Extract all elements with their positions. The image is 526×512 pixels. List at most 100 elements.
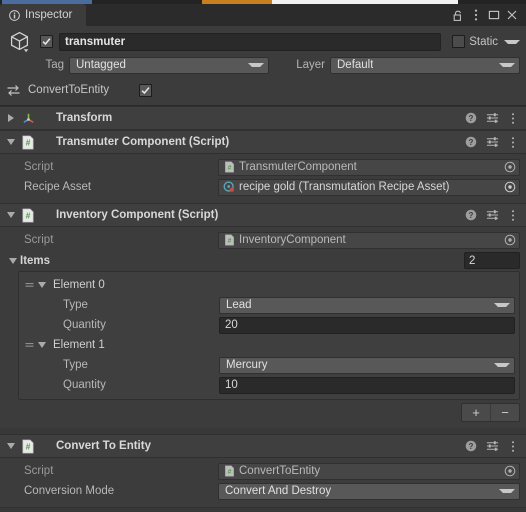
layer-value: Default: [337, 59, 374, 71]
foldout-element-0[interactable]: [35, 274, 49, 296]
object-field-recipe-asset-value: recipe gold (Transmutation Recipe Asset): [239, 181, 450, 193]
csharp-script-icon: #: [18, 204, 38, 226]
component-header-convert-to-entity[interactable]: # Convert To Entity ?: [0, 434, 526, 458]
help-icon[interactable]: ?: [464, 435, 478, 457]
close-icon[interactable]: [503, 4, 521, 26]
component-title-inventory-component: Inventory Component (Script): [56, 209, 219, 221]
gameobject-name-input[interactable]: transmuter: [59, 32, 442, 51]
foldout-convert-to-entity[interactable]: [4, 435, 18, 457]
preset-icon[interactable]: [485, 131, 499, 153]
array-element-1-quantity-input[interactable]: 10: [219, 376, 515, 394]
foldout-inventory-component[interactable]: [4, 204, 18, 226]
component-header-inventory-component[interactable]: # Inventory Component (Script) ?: [0, 203, 526, 227]
kebab-menu-icon[interactable]: [506, 204, 520, 226]
array-element-1-quantity-label: Quantity: [63, 379, 106, 391]
array-element-header-1[interactable]: Element 1: [23, 335, 515, 355]
kebab-menu-icon[interactable]: [506, 107, 520, 129]
object-picker-icon[interactable]: [503, 464, 517, 478]
convert-to-entity-label: ConvertToEntity: [28, 84, 110, 96]
component-tools-convert-to-entity: ?: [464, 435, 520, 457]
array-element-name-0: Element 0: [53, 279, 105, 291]
object-field-script[interactable]: # InventoryComponent: [218, 231, 520, 249]
array-element-header-0[interactable]: Element 0: [23, 275, 515, 295]
array-element-0-quantity-row: Quantity 20: [23, 315, 515, 335]
field-row-script: Script # ConvertToEntity: [6, 461, 520, 481]
tag-dropdown[interactable]: Untagged: [69, 56, 269, 74]
array-element-0-quantity-label: Quantity: [63, 319, 106, 331]
array-header-items[interactable]: Items 2: [6, 250, 520, 271]
array-element-1-quantity-row: Quantity 10: [23, 375, 515, 395]
kebab-menu-icon[interactable]: [506, 435, 520, 457]
convert-to-entity-checkbox[interactable]: [139, 83, 153, 97]
array-size-input[interactable]: 2: [464, 252, 520, 269]
array-items-box: Element 0 Type Lead Quantity 20 Element …: [18, 271, 520, 400]
help-icon[interactable]: ?: [464, 131, 478, 153]
foldout-items[interactable]: [6, 250, 20, 272]
csharp-script-icon: #: [222, 233, 236, 247]
tab-inspector[interactable]: Inspector: [0, 4, 87, 26]
gameobject-enabled-checkbox[interactable]: [40, 35, 53, 48]
static-label: Static: [469, 35, 498, 48]
component-body-inventory-component: Script # InventoryComponent Items 2 Elem…: [0, 227, 526, 428]
object-field-script[interactable]: # ConvertToEntity: [218, 462, 520, 480]
svg-text:?: ?: [469, 114, 474, 123]
field-row-script: Script # InventoryComponent: [6, 230, 520, 250]
tag-value: Untagged: [76, 59, 126, 71]
array-element-1-type-dropdown[interactable]: Mercury: [219, 356, 515, 374]
array-element-0-type-row: Type Lead: [23, 295, 515, 315]
object-picker-icon[interactable]: [503, 233, 517, 247]
chevron-down-icon: [494, 303, 510, 307]
foldout-transmuter-component[interactable]: [4, 131, 18, 153]
foldout-element-1[interactable]: [35, 334, 49, 356]
object-field-script-value: InventoryComponent: [239, 234, 346, 246]
kebab-menu-icon[interactable]: [506, 131, 520, 153]
array-add-button[interactable]: +: [462, 404, 490, 421]
info-icon: [9, 9, 20, 21]
array-element-name-1: Element 1: [53, 339, 105, 351]
conversion-mode-dropdown[interactable]: Convert And Destroy: [218, 482, 520, 500]
static-dropdown-caret[interactable]: [504, 39, 520, 44]
field-label-script: Script: [24, 234, 54, 246]
help-icon[interactable]: ?: [464, 107, 478, 129]
array-element-0-type-label: Type: [63, 299, 88, 311]
chevron-down-icon: [499, 489, 515, 493]
object-field-script[interactable]: # TransmuterComponent: [218, 158, 520, 176]
csharp-script-icon: #: [18, 435, 38, 457]
bottom-divider: [0, 507, 526, 508]
preset-icon[interactable]: [485, 107, 499, 129]
field-label-script: Script: [24, 465, 54, 477]
scriptable-object-icon: [222, 180, 236, 194]
array-label-items: Items: [20, 254, 51, 267]
csharp-script-icon: #: [222, 160, 236, 174]
component-title-convert-to-entity: Convert To Entity: [56, 440, 151, 452]
preset-icon[interactable]: [485, 204, 499, 226]
field-label-script: Script: [24, 161, 54, 173]
field-row-script: Script # TransmuterComponent: [6, 157, 520, 177]
component-header-transform[interactable]: Transform ?: [0, 106, 526, 130]
kebab-menu-icon[interactable]: [467, 4, 485, 26]
drag-handle-icon[interactable]: [23, 335, 35, 355]
maximize-icon[interactable]: [485, 4, 503, 26]
array-element-0-type-dropdown[interactable]: Lead: [219, 296, 515, 314]
array-remove-button[interactable]: −: [491, 404, 519, 421]
drag-handle-icon[interactable]: [23, 275, 35, 295]
array-element-0-quantity-input[interactable]: 20: [219, 316, 515, 334]
object-field-recipe-asset[interactable]: recipe gold (Transmutation Recipe Asset): [218, 178, 520, 196]
gameobject-header: transmuter Static Tag Untagged Layer Def…: [0, 26, 526, 106]
help-icon[interactable]: ?: [464, 204, 478, 226]
array-footer-items: + −: [18, 403, 520, 422]
foldout-transform[interactable]: [4, 107, 18, 129]
object-picker-icon[interactable]: [503, 160, 517, 174]
static-checkbox[interactable]: [452, 35, 466, 48]
tab-bar-empty-area: [86, 4, 449, 26]
preset-icon[interactable]: [485, 435, 499, 457]
inspector-window: Inspector transmuter Static Tag Untagged…: [0, 0, 526, 512]
component-header-transmuter-component[interactable]: # Transmuter Component (Script) ?: [0, 130, 526, 154]
lock-icon[interactable]: [449, 4, 467, 26]
layer-dropdown[interactable]: Default: [330, 56, 520, 74]
cube-icon[interactable]: [6, 29, 34, 55]
component-tools-transmuter-component: ?: [464, 131, 520, 153]
layer-label: Layer: [296, 59, 325, 71]
svg-text:?: ?: [469, 211, 474, 220]
object-picker-icon[interactable]: [503, 180, 517, 194]
